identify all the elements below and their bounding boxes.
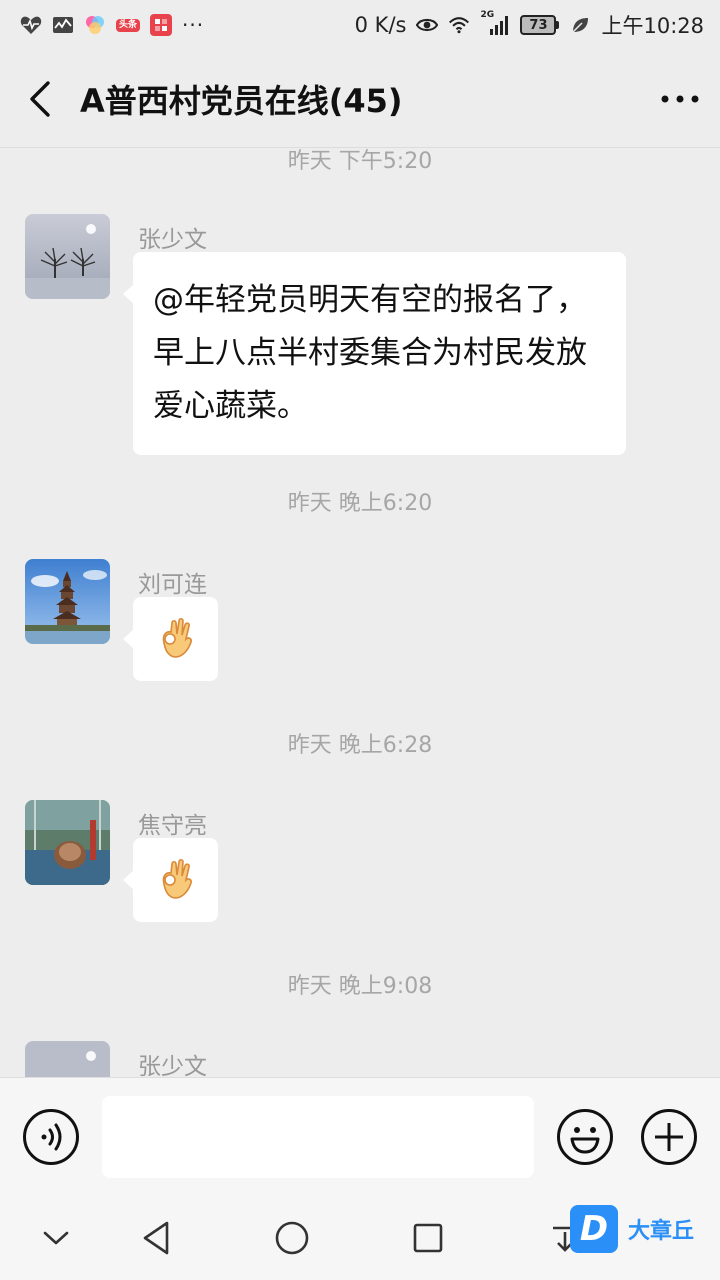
voice-icon xyxy=(23,1109,79,1165)
text-message-bubble[interactable]: @年轻党员明天有空的报名了，早上八点半村委集合为村民发放爱心蔬菜。 xyxy=(123,252,626,455)
battery-level: 73 xyxy=(520,15,557,35)
message-input[interactable] xyxy=(102,1096,534,1178)
more-options-button[interactable] xyxy=(640,50,720,148)
hide-nav-button[interactable] xyxy=(31,1213,81,1263)
more-notifications-icon: ··· xyxy=(182,13,205,37)
watermark: D 大章丘 xyxy=(570,1205,694,1253)
avatar[interactable] xyxy=(25,1041,110,1077)
sender-name: 张少文 xyxy=(138,1054,207,1077)
chat-screen: 头条 ··· 0 K/s 2G 73 上午10:28 A普西村党员在线(45) … xyxy=(0,0,720,1280)
voice-input-button[interactable] xyxy=(22,1108,80,1166)
cellular-signal-icon: 2G xyxy=(480,10,510,36)
sender-name: 刘可连 xyxy=(138,572,207,598)
nav-home-button[interactable] xyxy=(267,1213,317,1263)
more-functions-button[interactable] xyxy=(640,1108,698,1166)
sender-name: 焦守亮 xyxy=(138,813,207,839)
timestamp: 昨天 晚上6:28 xyxy=(287,733,433,758)
avatar[interactable] xyxy=(25,214,110,299)
status-bar: 头条 ··· 0 K/s 2G 73 上午10:28 xyxy=(0,0,720,50)
circle-home-icon xyxy=(275,1221,309,1255)
chat-header: A普西村党员在线(45) xyxy=(0,50,720,148)
nav-back-button[interactable] xyxy=(131,1213,181,1263)
back-button[interactable] xyxy=(0,50,80,148)
message-list[interactable]: 昨天 下午5:20 张少文 @年轻党员明天有空的报名了，早上八点半村委集合为村民… xyxy=(0,149,720,1077)
toutiao-app-icon: 头条 xyxy=(116,18,141,32)
smiley-icon xyxy=(557,1109,613,1165)
network-type-label: 2G xyxy=(480,10,495,20)
app-colorful-icon xyxy=(84,14,106,36)
battery-icon: 73 xyxy=(520,15,560,35)
timestamp: 昨天 晚上9:08 xyxy=(287,974,433,999)
plus-circle-icon xyxy=(641,1109,697,1165)
emoji-message-bubble[interactable] xyxy=(123,838,218,922)
eye-comfort-icon xyxy=(416,14,439,36)
wifi-icon xyxy=(448,14,470,36)
timestamp: 昨天 晚上6:20 xyxy=(287,491,433,516)
avatar[interactable] xyxy=(25,559,110,644)
chevron-down-icon xyxy=(43,1231,69,1245)
emoji-button[interactable] xyxy=(556,1108,614,1166)
input-bar xyxy=(0,1077,720,1197)
sender-name: 张少文 xyxy=(138,227,207,253)
clock: 上午10:28 xyxy=(601,14,704,38)
red-checker-app-icon xyxy=(150,14,173,36)
square-recents-icon xyxy=(413,1223,443,1253)
leaf-icon xyxy=(569,14,591,36)
avatar[interactable] xyxy=(25,800,110,885)
emoji-message-bubble[interactable] xyxy=(123,597,218,681)
timestamp: 昨天 下午5:20 xyxy=(287,149,433,174)
health-heart-icon xyxy=(20,14,42,36)
activity-chart-icon xyxy=(52,14,74,36)
chevron-left-icon xyxy=(30,80,50,117)
watermark-text: 大章丘 xyxy=(628,1219,695,1244)
ok-hand-icon xyxy=(162,858,192,899)
group-title: A普西村党员在线(45) xyxy=(80,81,403,120)
watermark-logo: D xyxy=(570,1205,618,1253)
more-dots-icon xyxy=(661,95,699,102)
ok-hand-icon xyxy=(162,617,192,658)
nav-recents-button[interactable] xyxy=(403,1213,453,1263)
message-text: @年轻党员明天有空的报名了，早上八点半村委集合为村民发放爱心蔬菜。 xyxy=(153,282,587,424)
triangle-back-icon xyxy=(143,1221,169,1255)
network-speed: 0 K/s xyxy=(354,13,407,37)
